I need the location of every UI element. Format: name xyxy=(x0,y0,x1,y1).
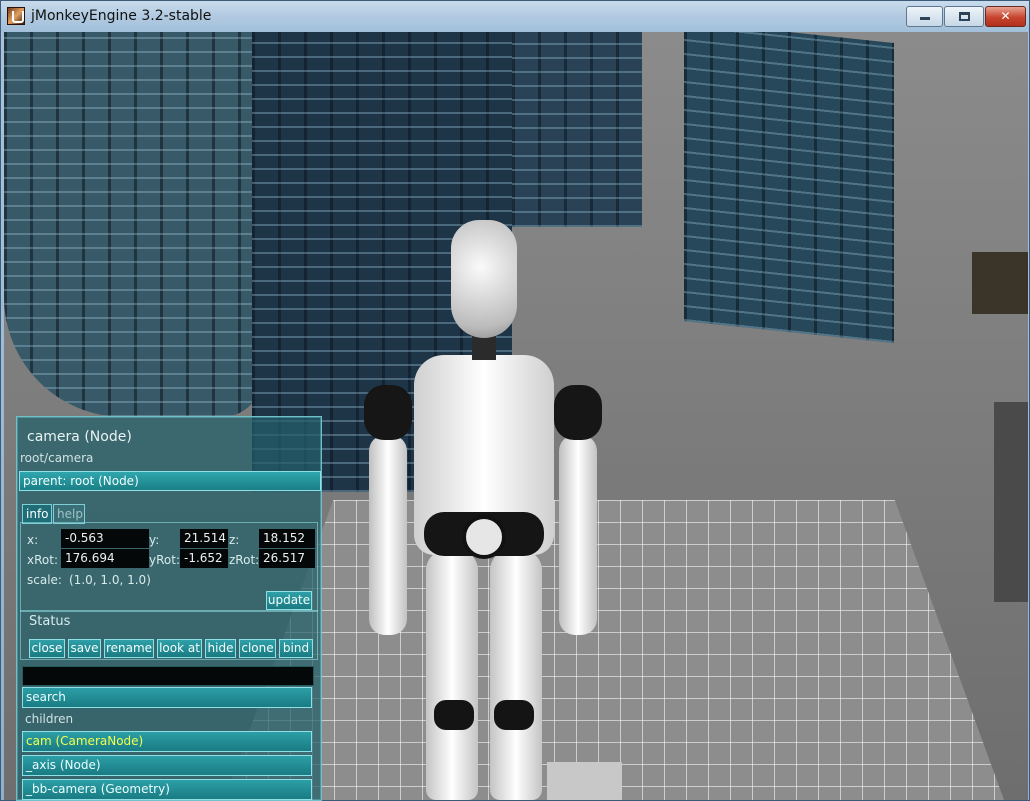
jmonkey-app-icon xyxy=(7,7,25,25)
search-button[interactable]: search xyxy=(22,687,312,708)
save-button[interactable]: save xyxy=(68,639,101,658)
child-item-axis[interactable]: _axis (Node) xyxy=(22,755,312,776)
yrot-field[interactable]: -1.652 xyxy=(180,549,228,568)
node-inspector-panel: camera (Node) root/camera parent: root (… xyxy=(16,416,322,801)
minimize-button[interactable] xyxy=(906,6,943,27)
node-path: root/camera xyxy=(20,451,94,465)
transform-section: x: -0.563 y: 21.514 z: 18.152 xRot: 176.… xyxy=(20,522,318,612)
building-edge xyxy=(994,402,1028,602)
tab-info[interactable]: info xyxy=(22,504,52,524)
minimize-icon xyxy=(919,17,930,20)
robot-left-arm xyxy=(369,435,407,635)
window-title: jMonkeyEngine 3.2-stable xyxy=(31,8,212,24)
bind-button[interactable]: bind xyxy=(279,639,313,658)
building-far-right xyxy=(972,252,1028,314)
building-small xyxy=(512,32,642,227)
maximize-icon xyxy=(958,12,970,21)
status-label: Status xyxy=(29,614,71,629)
app-window: jMonkeyEngine 3.2-stable ✕ camera (Node)… xyxy=(0,0,1030,801)
clone-button[interactable]: clone xyxy=(239,639,276,658)
robot-head xyxy=(451,220,517,338)
tab-help[interactable]: help xyxy=(53,504,85,524)
maximize-button[interactable] xyxy=(944,6,984,27)
children-label: children xyxy=(25,712,74,726)
inspector-title: camera (Node) xyxy=(27,429,132,445)
command-input[interactable] xyxy=(22,666,314,686)
building-round xyxy=(4,32,262,417)
grid-floor xyxy=(224,500,1004,800)
title-bar[interactable]: jMonkeyEngine 3.2-stable ✕ xyxy=(1,1,1029,32)
child-item-bb-camera[interactable]: _bb-camera (Geometry) xyxy=(22,779,312,800)
y-label: y: xyxy=(149,533,160,547)
building-right xyxy=(684,32,894,344)
x-label: x: xyxy=(27,533,39,547)
robot-left-knee xyxy=(434,700,474,730)
rename-button[interactable]: rename xyxy=(104,639,154,658)
robot-chest-disc xyxy=(462,515,506,559)
parent-node-button[interactable]: parent: root (Node) xyxy=(19,471,321,491)
z-field[interactable]: 18.152 xyxy=(259,529,315,548)
x-field[interactable]: -0.563 xyxy=(61,529,149,548)
xrot-label: xRot: xyxy=(27,553,58,567)
z-label: z: xyxy=(229,533,240,547)
close-window-button[interactable]: ✕ xyxy=(985,6,1026,27)
zrot-label: zRot: xyxy=(229,553,260,567)
update-button[interactable]: update xyxy=(266,591,312,610)
close-icon: ✕ xyxy=(1000,9,1011,23)
hide-button[interactable]: hide xyxy=(205,639,236,658)
scale-value: (1.0, 1.0, 1.0) xyxy=(69,573,151,587)
child-item-cam[interactable]: cam (CameraNode) xyxy=(22,731,312,752)
robot-model xyxy=(364,220,604,800)
robot-left-shoulder xyxy=(364,385,412,440)
robot-left-leg xyxy=(426,550,478,800)
look-at-button[interactable]: look at xyxy=(157,639,202,658)
robot-right-shoulder xyxy=(554,385,602,440)
robot-right-arm xyxy=(559,435,597,635)
y-field[interactable]: 21.514 xyxy=(180,529,228,548)
robot-right-knee xyxy=(494,700,534,730)
yrot-label: yRot: xyxy=(149,553,180,567)
xrot-field[interactable]: 176.694 xyxy=(61,549,149,568)
status-section: Status close save rename look at hide cl… xyxy=(20,610,318,660)
close-node-button[interactable]: close xyxy=(29,639,65,658)
zrot-field[interactable]: 26.517 xyxy=(259,549,315,568)
robot-right-leg xyxy=(490,550,542,800)
scale-label: scale: xyxy=(27,573,62,587)
